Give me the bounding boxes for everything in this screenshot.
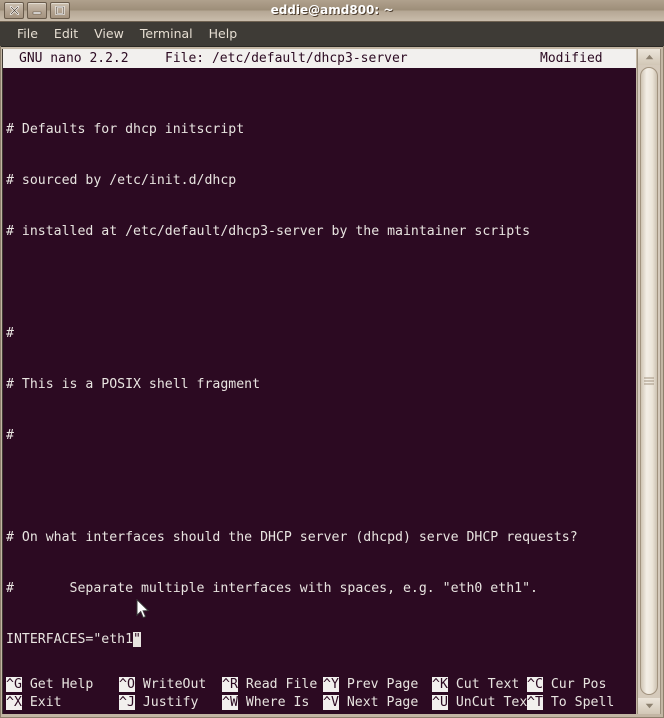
shortcut-label: WriteOut [134,677,207,692]
window-title: eddie@amd800: ~ [270,3,394,17]
chevron-down-icon [645,703,653,709]
minimize-button[interactable] [27,2,47,19]
nano-header: GNU nano 2.2.2 File: /etc/default/dhcp3-… [3,49,636,68]
shortcut-key: ^J [119,695,135,710]
shortcut-next-page[interactable]: ^V Next Page [323,694,418,712]
menu-item-view[interactable]: View [86,24,132,44]
nano-editor-body[interactable]: # Defaults for dhcp initscript # sourced… [3,87,636,682]
shortcut-key: ^Y [323,677,339,692]
shortcut-cur-pos[interactable]: ^C Cur Pos [527,676,606,694]
shortcut-key: ^G [6,677,22,692]
shortcut-key: ^C [527,677,543,692]
window-controls [4,2,70,19]
scrollbar-up-button[interactable] [638,49,660,65]
shortcut-where-is[interactable]: ^W Where Is [222,694,309,712]
shortcut-prev-page[interactable]: ^Y Prev Page [323,676,418,694]
shortcut-label: Justify [134,695,199,710]
nano-shortcut-row-1: ^G Get Help ^O WriteOut ^R Read File ^Y … [3,676,636,694]
editor-line: # sourced by /etc/init.d/dhcp [6,173,237,188]
terminal-scrollbar[interactable] [637,49,661,714]
shortcut-label: To Spell [542,695,615,710]
editor-line: # This is a POSIX shell fragment [6,377,261,392]
shortcut-key: ^X [6,695,22,710]
shortcut-label: Get Help [21,677,94,692]
shortcut-writeout[interactable]: ^O WriteOut [119,676,206,694]
shortcut-key: ^V [323,695,339,710]
shortcut-key: ^K [432,677,448,692]
editor-line: # [6,326,14,341]
shortcut-justify[interactable]: ^J Justify [119,694,198,712]
cursor-line-before: INTERFACES="eth1 [6,632,134,647]
editor-line: # Separate multiple interfaces with spac… [6,581,538,596]
menubar: File Edit View Terminal Help [0,22,664,47]
menu-item-help[interactable]: Help [201,24,246,44]
minimize-icon [32,11,42,15]
shortcut-get-help[interactable]: ^G Get Help [6,676,93,694]
scrollbar-down-button[interactable] [638,698,660,714]
editor-line: # installed at /etc/default/dhcp3-server… [6,224,531,239]
shortcut-exit[interactable]: ^X Exit [6,694,62,712]
nano-modified-status: Modified [540,51,603,66]
shortcut-label: Cut Text [447,677,520,692]
scrollbar-thumb[interactable] [640,67,658,695]
shortcut-read-file[interactable]: ^R Read File [222,676,317,694]
terminal-window: eddie@amd800: ~ File Edit View Terminal … [0,0,664,718]
shortcut-cut-text[interactable]: ^K Cut Text [432,676,519,694]
shortcut-key: ^U [432,695,448,710]
close-icon [9,5,19,16]
editor-line-with-cursor: INTERFACES="eth1" [3,631,636,648]
shortcut-uncut-text[interactable]: ^U UnCut Text [432,694,535,712]
shortcut-to-spell[interactable]: ^T To Spell [527,694,614,712]
menu-item-edit[interactable]: Edit [46,24,86,44]
editor-line: # [6,428,14,443]
terminal-screen[interactable]: GNU nano 2.2.2 File: /etc/default/dhcp3-… [2,49,636,714]
nano-shortcut-row-2: ^X Exit ^J Justify ^W Where Is ^V Next P… [3,694,636,712]
scrollbar-grip-icon [644,376,654,387]
shortcut-label: Exit [21,695,62,710]
text-cursor: " [133,632,141,647]
maximize-button[interactable] [50,2,70,19]
maximize-icon [55,6,65,15]
shortcut-key: ^O [119,677,135,692]
shortcut-label: Cur Pos [542,677,607,692]
chevron-up-icon [645,54,653,60]
shortcut-label: Next Page [338,695,419,710]
editor-line: # Defaults for dhcp initscript [6,122,245,137]
shortcut-label: Where Is [237,695,310,710]
shortcut-label: Prev Page [338,677,419,692]
shortcut-key: ^W [222,695,238,710]
menu-item-file[interactable]: File [9,24,46,44]
shortcut-key: ^R [222,677,238,692]
close-button[interactable] [4,2,24,19]
shortcut-label: UnCut Text [447,695,536,710]
nano-version: GNU nano 2.2.2 [19,51,129,66]
nano-shortcut-bar: ^G Get Help ^O WriteOut ^R Read File ^Y … [3,676,636,712]
shortcut-label: Read File [237,677,318,692]
shortcut-key: ^T [527,695,543,710]
menu-item-terminal[interactable]: Terminal [132,24,201,44]
nano-filename: File: /etc/default/dhcp3-server [165,51,408,66]
window-titlebar[interactable]: eddie@amd800: ~ [0,0,664,22]
editor-line: # On what interfaces should the DHCP ser… [6,530,578,545]
